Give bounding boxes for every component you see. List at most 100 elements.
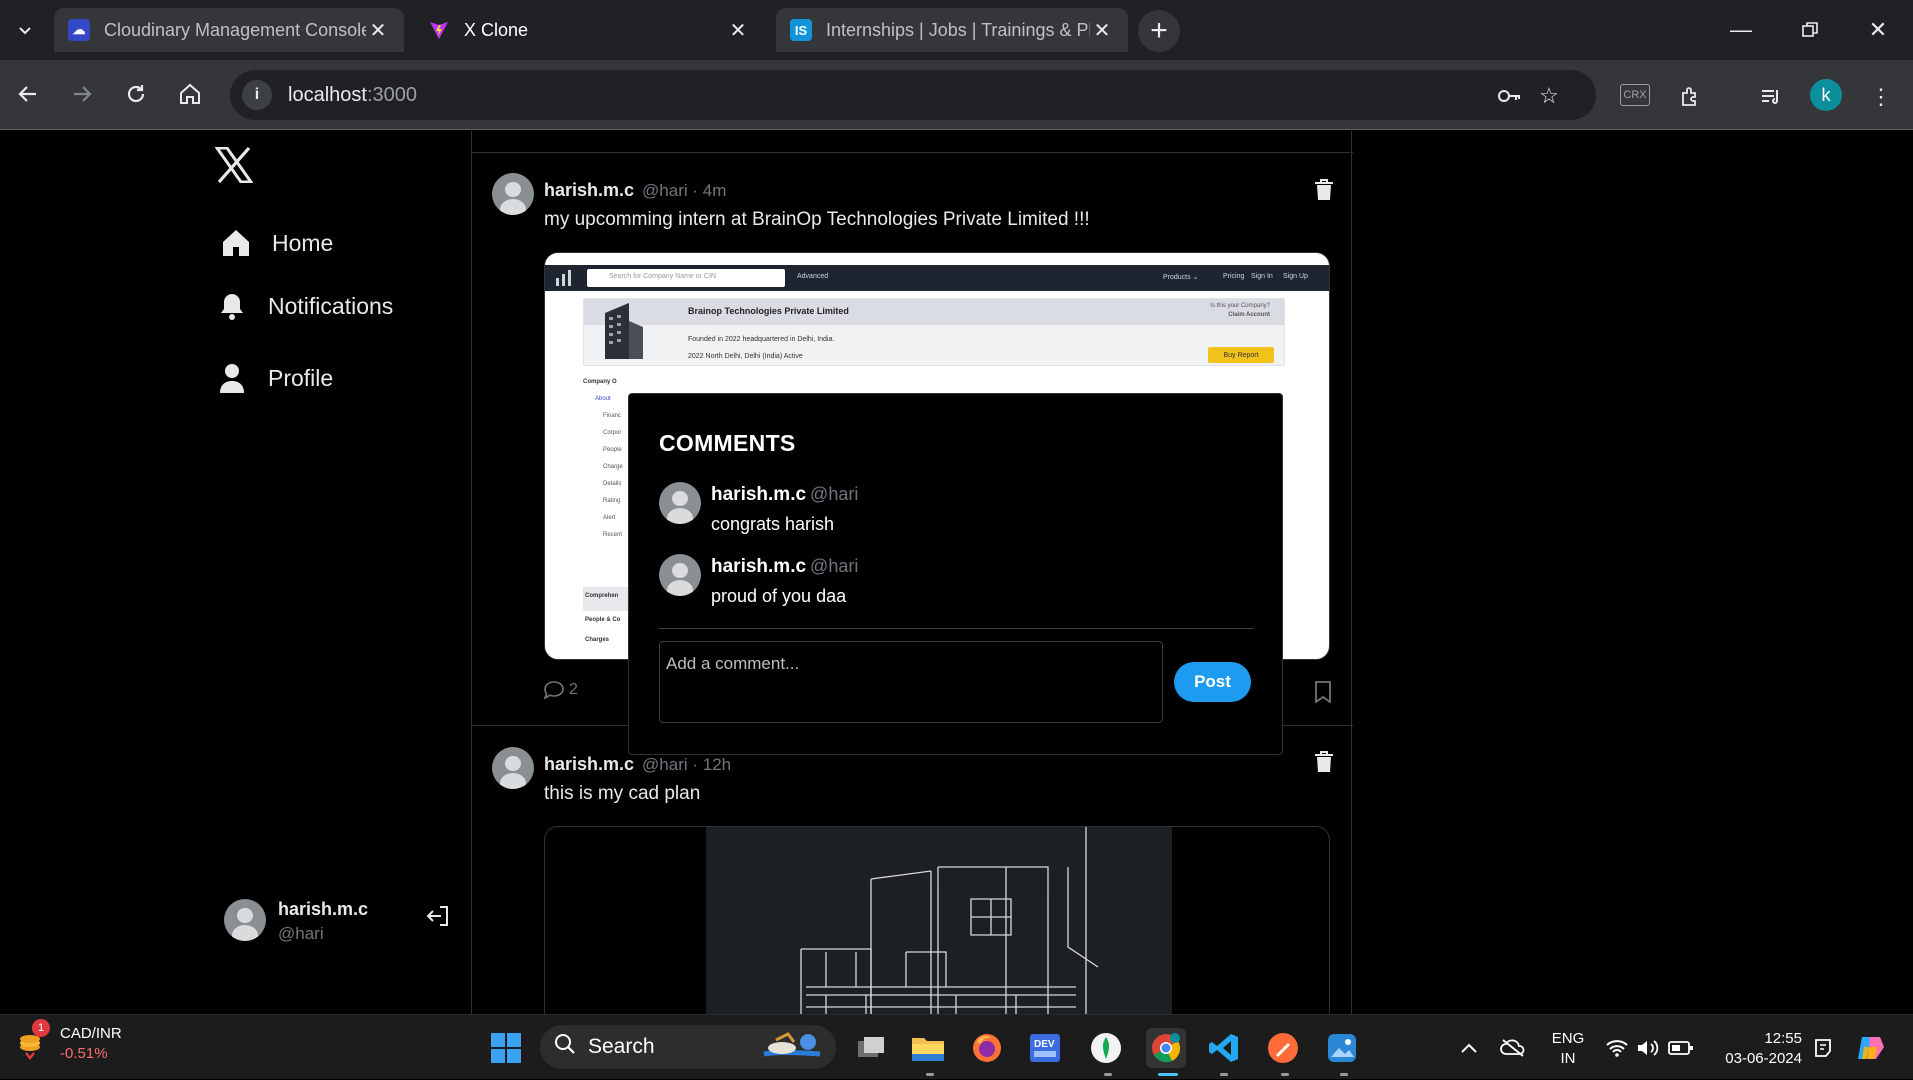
- more-menu-icon[interactable]: ⋮: [1866, 82, 1896, 112]
- mongodb-compass-icon[interactable]: [1086, 1028, 1126, 1068]
- site-nav-products: Products ⌄: [1163, 274, 1199, 281]
- cloudinary-icon: ☁: [68, 19, 90, 41]
- company-card: Brainop Technologies Private Limited Is …: [583, 298, 1285, 366]
- running-indicator: [926, 1073, 934, 1076]
- close-icon[interactable]: ✕: [726, 18, 750, 43]
- reload-button[interactable]: [116, 74, 156, 114]
- address-bar[interactable]: i localhost:3000 ☆: [230, 70, 1596, 120]
- vscode-icon[interactable]: [1204, 1028, 1244, 1068]
- photos-icon[interactable]: [1322, 1028, 1362, 1068]
- avatar[interactable]: [659, 482, 701, 524]
- sidebar-item-label: Profile: [268, 364, 334, 391]
- clock-date: 03-06-2024: [1725, 1050, 1802, 1067]
- modal-title: COMMENTS: [659, 430, 796, 456]
- battery-icon[interactable]: [1668, 1015, 1694, 1080]
- star-icon[interactable]: ☆: [1535, 82, 1563, 110]
- crx-extension-icon[interactable]: CRX: [1620, 84, 1650, 106]
- close-icon[interactable]: ✕: [366, 18, 390, 43]
- tab-title: Cloudinary Management Console: [104, 19, 366, 40]
- bookmark-icon[interactable]: [1314, 681, 1334, 704]
- post-header: harish.m.c @hari · 12h: [544, 754, 731, 775]
- ticker-change: -0.51%: [60, 1045, 108, 1062]
- x-clone-app: Home Notifications Profile harish.m.c @h…: [0, 131, 1913, 1014]
- tab-title: Internships | Jobs | Trainings & Placeme…: [826, 19, 1090, 40]
- trash-icon[interactable]: [1314, 751, 1336, 775]
- company-meta: 2022 North Delhi, Delhi (India) Active: [688, 353, 803, 360]
- search-icon: [554, 1033, 576, 1061]
- volume-icon[interactable]: [1636, 1015, 1660, 1080]
- avatar[interactable]: [659, 554, 701, 596]
- comment-handle: @hari: [810, 556, 859, 576]
- post-meta: @hari · 12h: [642, 755, 732, 774]
- sidebar-item-profile[interactable]: Profile: [214, 360, 333, 396]
- comment-author[interactable]: harish.m.c: [711, 484, 806, 505]
- minimize-button[interactable]: —: [1706, 0, 1776, 60]
- post-author[interactable]: harish.m.c: [544, 754, 634, 775]
- dev-home-icon[interactable]: DEV: [1025, 1028, 1065, 1068]
- comment-action[interactable]: 2: [544, 681, 578, 699]
- system-clock[interactable]: 12:55 03-06-2024: [1712, 1029, 1802, 1069]
- tab-search-button[interactable]: [5, 10, 45, 50]
- site-info-icon[interactable]: i: [242, 80, 272, 110]
- new-tab-button[interactable]: +: [1138, 10, 1180, 52]
- back-button[interactable]: [8, 74, 48, 114]
- copilot-icon[interactable]: [1854, 1015, 1888, 1080]
- user-handle: @hari: [278, 924, 324, 943]
- ticker-name: CAD/INR: [60, 1025, 122, 1042]
- logout-icon[interactable]: [426, 904, 452, 930]
- key-icon[interactable]: [1495, 82, 1523, 110]
- avatar[interactable]: [492, 173, 534, 215]
- wifi-icon[interactable]: [1605, 1015, 1629, 1080]
- window-close-button[interactable]: ✕: [1843, 0, 1913, 60]
- start-button[interactable]: [486, 1028, 526, 1068]
- sidebar-item-label: Home: [272, 229, 334, 256]
- close-icon[interactable]: ✕: [1090, 18, 1114, 43]
- task-view-icon[interactable]: [851, 1028, 891, 1068]
- restore-button[interactable]: [1775, 0, 1845, 60]
- search-highlight-icon: [760, 1028, 826, 1066]
- x-logo[interactable]: [214, 143, 254, 194]
- market-widget[interactable]: 1 CAD/INR -0.51%: [18, 1019, 122, 1062]
- tab-cloudinary[interactable]: ☁ Cloudinary Management Console ✕: [54, 8, 404, 52]
- coins-icon: 1: [18, 1019, 50, 1061]
- taskbar-search[interactable]: Search: [540, 1025, 836, 1069]
- onedrive-offline-icon[interactable]: [1500, 1015, 1526, 1080]
- profile-avatar[interactable]: k: [1810, 79, 1842, 111]
- home-button[interactable]: [170, 74, 210, 114]
- media-queue-icon[interactable]: [1756, 82, 1786, 112]
- windows-logo-icon: [491, 1033, 521, 1063]
- chrome-icon[interactable]: [1146, 1028, 1186, 1068]
- language-indicator[interactable]: ENG IN: [1548, 1029, 1588, 1069]
- post-comment-button[interactable]: Post: [1174, 662, 1251, 702]
- sidebar-item-notifications[interactable]: Notifications: [214, 288, 393, 324]
- post-image[interactable]: [544, 826, 1330, 1014]
- postman-icon[interactable]: [1263, 1028, 1303, 1068]
- post-author[interactable]: harish.m.c: [544, 180, 634, 201]
- forward-button[interactable]: [62, 74, 102, 114]
- chevron-up-icon: [1461, 1043, 1477, 1053]
- comment-count: 2: [569, 681, 578, 698]
- comment-input[interactable]: [659, 641, 1163, 723]
- sidebar-item-home[interactable]: Home: [218, 225, 333, 261]
- comment-author[interactable]: harish.m.c: [711, 556, 806, 577]
- company-founded: Founded in 2022 headquartered in Delhi, …: [688, 336, 835, 343]
- trash-icon[interactable]: [1314, 179, 1336, 203]
- post: harish.m.c @hari · 12h this is my cad pl…: [472, 727, 1353, 1014]
- notification-badge: 1: [32, 1019, 50, 1037]
- current-user[interactable]: harish.m.c @hari: [224, 899, 368, 944]
- show-hidden-icons[interactable]: [1460, 1015, 1478, 1080]
- site-nav-signin: Sign In: [1251, 273, 1273, 280]
- avatar[interactable]: [492, 747, 534, 789]
- arrow-right-icon: [74, 86, 92, 102]
- firefox-icon[interactable]: [967, 1028, 1007, 1068]
- extensions-icon[interactable]: [1676, 82, 1706, 112]
- tab-x-clone[interactable]: X Clone ✕: [414, 8, 764, 52]
- notification-center-icon[interactable]: [1812, 1015, 1834, 1080]
- file-explorer-icon[interactable]: [908, 1028, 948, 1068]
- tab-internshala[interactable]: IS Internships | Jobs | Trainings & Plac…: [776, 8, 1128, 52]
- post-meta: @hari · 4m: [642, 181, 727, 200]
- avatar: [224, 899, 266, 941]
- post-header: harish.m.c @hari · 4m: [544, 180, 726, 201]
- active-indicator: [1158, 1073, 1178, 1076]
- vite-icon: [428, 19, 450, 41]
